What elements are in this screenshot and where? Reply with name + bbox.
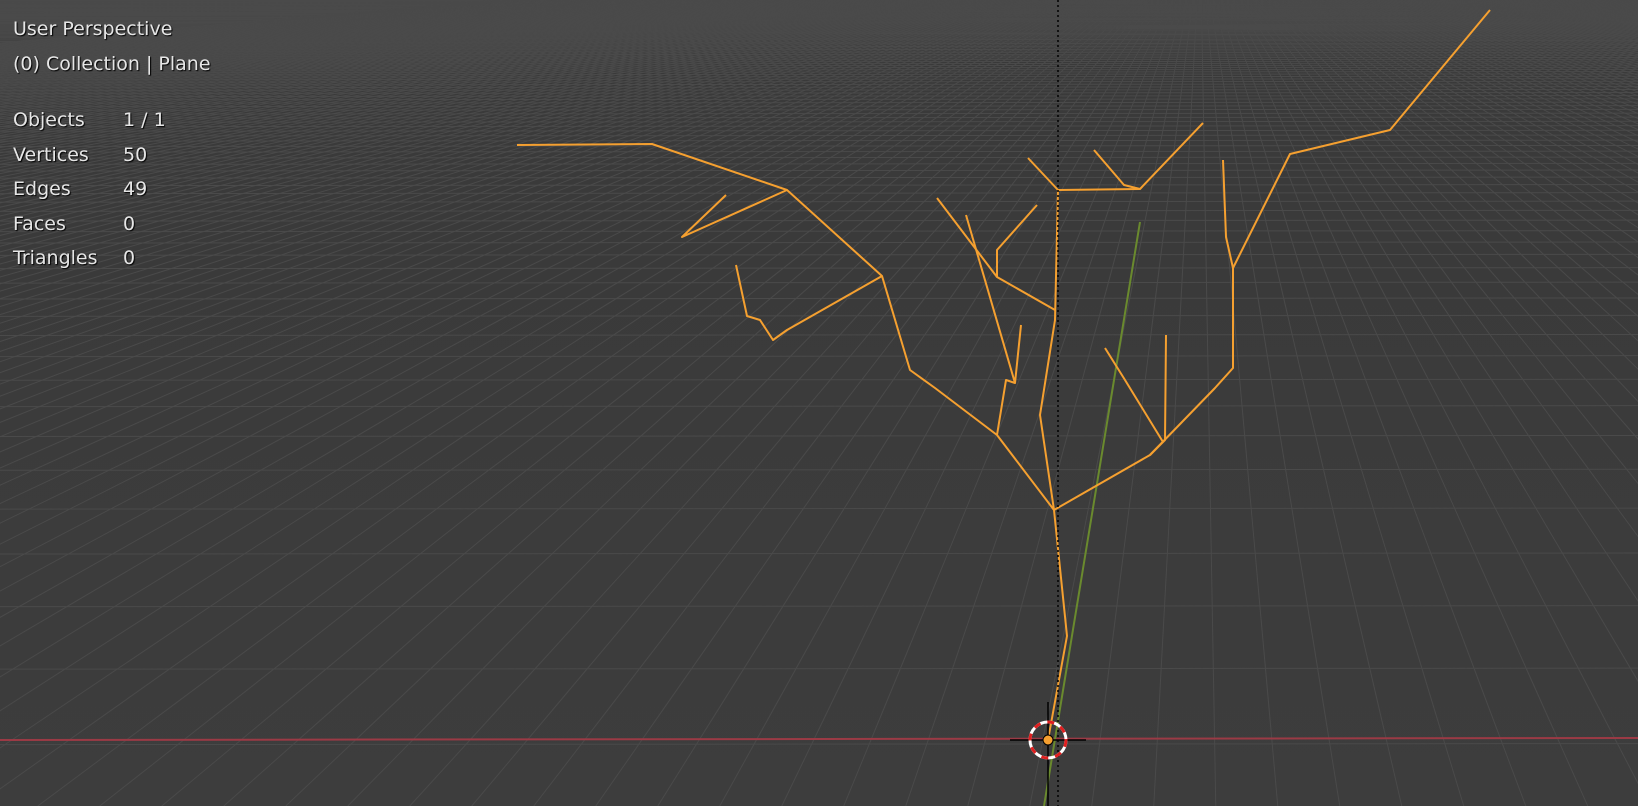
- grid-line: [905, 0, 1181, 806]
- grid-line: [781, 0, 1172, 806]
- grid-line: [0, 281, 1638, 284]
- grid-line: [0, 314, 1638, 317]
- grid-line: [0, 120, 1638, 123]
- stat-value: 49: [123, 178, 148, 200]
- mesh-edge[interactable]: [1093, 149, 1141, 190]
- y-axis-line: [1043, 221, 1141, 806]
- grid-line: [0, 241, 1638, 244]
- view-name: User Perspective: [13, 18, 173, 40]
- viewport-canvas[interactable]: [0, 0, 1638, 806]
- stat-value: 0: [123, 212, 136, 235]
- stat-label: Edges: [13, 178, 71, 200]
- grid-line: [0, 105, 1638, 108]
- grid-line: [1091, 0, 1194, 806]
- grid-line: [0, 468, 1638, 471]
- grid-line: [409, 0, 1147, 806]
- mesh-edge[interactable]: [936, 197, 998, 278]
- grid-line: [0, 355, 1638, 358]
- stat-label: Vertices: [13, 143, 89, 166]
- mesh-edge[interactable]: [1039, 122, 1204, 741]
- mesh-edge[interactable]: [1149, 159, 1234, 456]
- grid-line: [0, 405, 1638, 408]
- grid-line: [0, 134, 1638, 137]
- grid-line: [0, 507, 1638, 510]
- stat-label: Faces: [13, 212, 66, 235]
- stat-value: 1 / 1: [123, 109, 166, 131]
- viewport-info-overlay: User Perspective (0) Collection | Plane …: [13, 12, 211, 276]
- grid-line: [0, 267, 1638, 270]
- grid-line: [0, 156, 1638, 159]
- grid-line: [223, 0, 1134, 806]
- stat-row: Vertices 50: [13, 138, 211, 173]
- stat-row: Triangles 0: [13, 241, 211, 276]
- mesh-edge[interactable]: [735, 264, 883, 341]
- x-axis-line: [0, 737, 1638, 741]
- grid-line: [1218, 0, 1465, 806]
- stat-label: Objects: [13, 109, 85, 131]
- grid-line: [0, 150, 1638, 153]
- mesh-edge[interactable]: [1104, 347, 1164, 443]
- collection-info: (0) Collection | Plane: [13, 52, 211, 75]
- grid-line: [1200, 0, 1217, 806]
- stat-row: Faces 0: [13, 207, 211, 242]
- mesh-edge[interactable]: [681, 189, 788, 238]
- grid-line: [0, 253, 1638, 256]
- grid-line: [0, 209, 1638, 212]
- grid-line: [843, 0, 1177, 806]
- grid-line: [0, 743, 1638, 746]
- grid-line: [0, 605, 1638, 608]
- 3d-cursor-icon[interactable]: [1010, 702, 1086, 806]
- grid-line: [1209, 0, 1341, 806]
- stat-value: 0: [123, 247, 136, 269]
- grid-line: [99, 0, 1125, 806]
- stat-value: 50: [123, 143, 148, 166]
- floor-grid: [0, 0, 1638, 806]
- grid-line: [0, 378, 1638, 381]
- grid-line: [0, 667, 1638, 670]
- grid-line: [0, 297, 1638, 300]
- 3d-viewport[interactable]: User Perspective (0) Collection | Plane …: [0, 0, 1638, 806]
- grid-line: [0, 139, 1638, 142]
- stat-row: Edges 49: [13, 172, 211, 207]
- stat-label: Triangles: [13, 247, 98, 269]
- grid-line: [533, 0, 1155, 806]
- object-origin-icon: [1042, 734, 1054, 746]
- stat-row: Objects 1 / 1: [13, 103, 211, 138]
- grid-line: [1153, 0, 1198, 806]
